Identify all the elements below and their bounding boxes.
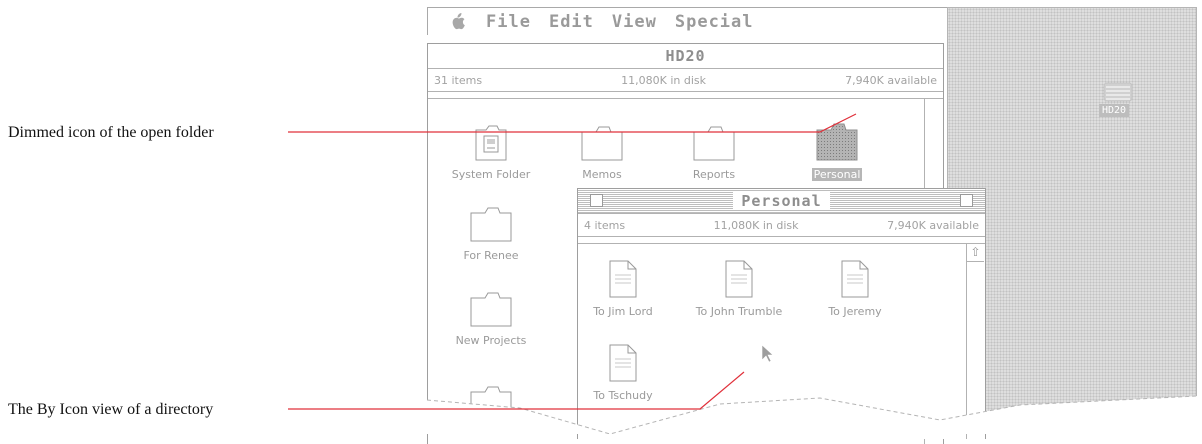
torn-edge-fill — [427, 400, 610, 434]
callout-line-dimmed-icon — [288, 113, 857, 133]
torn-edge-fill — [610, 396, 1197, 434]
callout-line-by-icon-view — [288, 371, 745, 410]
annotation-overlay — [288, 113, 1198, 434]
